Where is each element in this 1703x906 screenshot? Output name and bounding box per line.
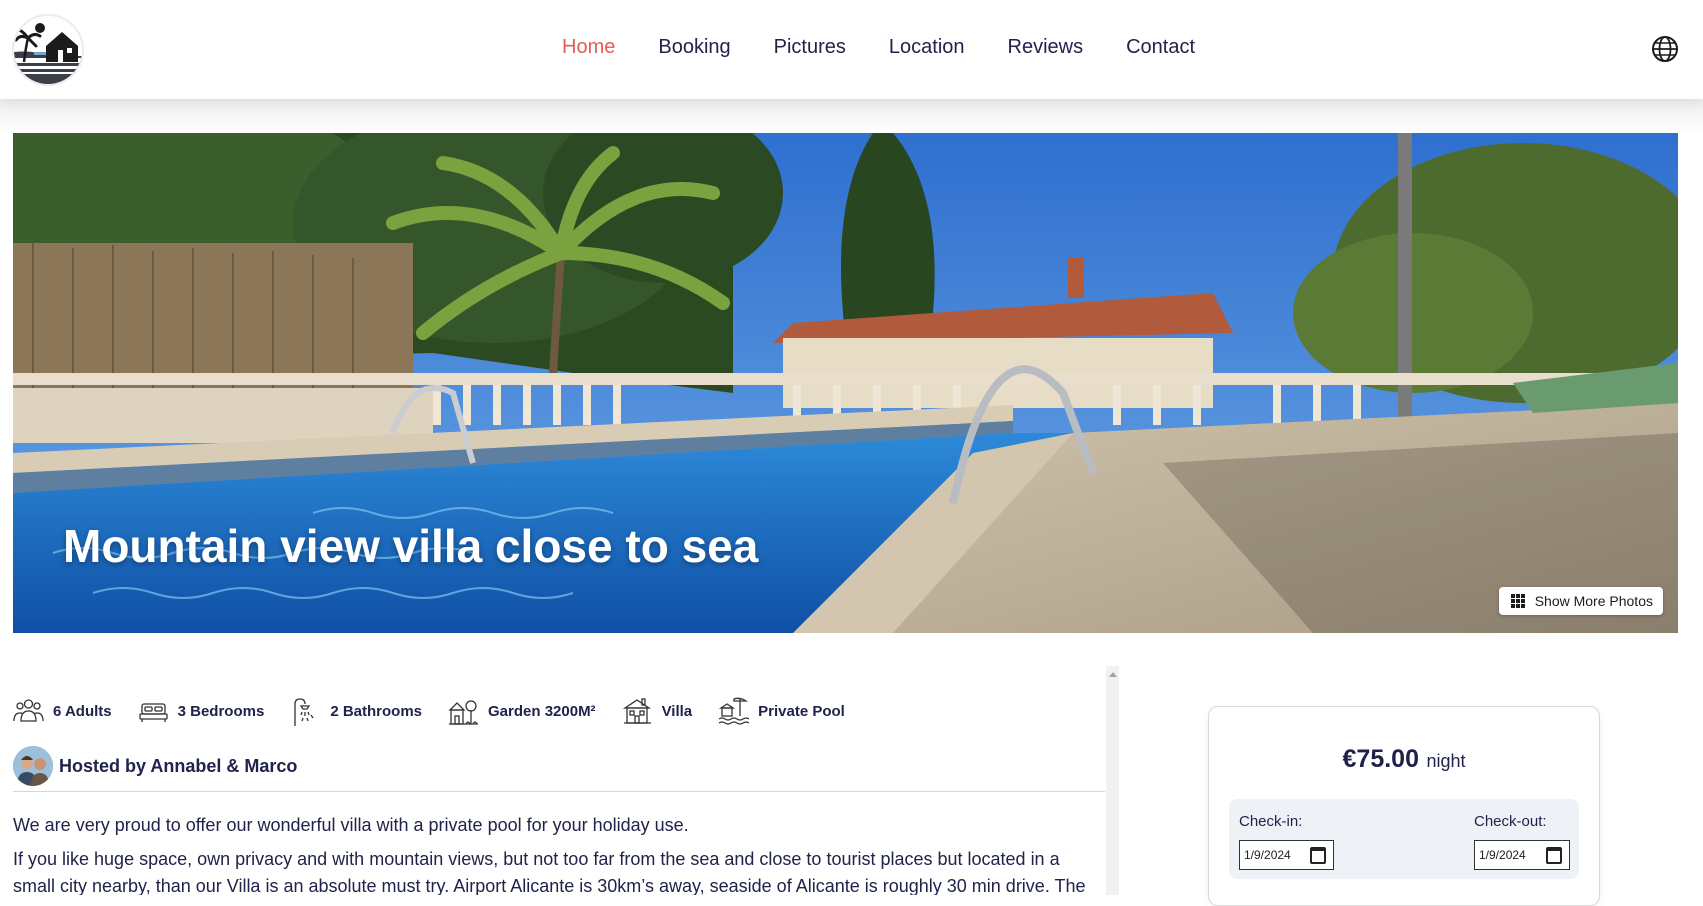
amenity-label: 2 Bathrooms xyxy=(330,703,423,720)
site-header: Home Booking Pictures Location Reviews C… xyxy=(0,0,1703,99)
amenity-label: Villa xyxy=(661,703,693,720)
checkin-date-value: 1/9/2024 xyxy=(1244,848,1291,862)
checkin-date-input[interactable]: 1/9/2024 xyxy=(1239,840,1334,870)
description-paragraph-2: If you like huge space, own privacy and … xyxy=(13,849,1086,895)
price-amount: €75.00 xyxy=(1342,745,1419,773)
avatar[interactable] xyxy=(13,746,53,786)
divider xyxy=(13,791,1105,792)
nav-location[interactable]: Location xyxy=(889,36,965,59)
nav-reviews[interactable]: Reviews xyxy=(1008,36,1084,59)
checkout-label: Check-out: xyxy=(1474,813,1547,830)
date-selector: Check-in: 1/9/2024 Check-out: 1/9/2024 xyxy=(1229,799,1579,879)
amenity-bedrooms: 3 Bedrooms xyxy=(138,696,265,727)
amenity-label: Garden 3200M² xyxy=(488,703,596,720)
pool-icon xyxy=(718,697,750,725)
globe-icon[interactable] xyxy=(1651,35,1679,63)
checkin-label: Check-in: xyxy=(1239,813,1303,830)
villa-palm-logo-icon xyxy=(14,16,82,84)
checkout-date-input[interactable]: 1/9/2024 xyxy=(1474,840,1570,870)
amenities-list: 6 Adults 3 Bedrooms 2 Bathrooms Garden 3… xyxy=(13,696,845,727)
checkout-date-value: 1/9/2024 xyxy=(1479,848,1526,862)
adults-icon xyxy=(13,699,44,722)
nav-home[interactable]: Home xyxy=(562,36,615,59)
property-details: 6 Adults 3 Bedrooms 2 Bathrooms Garden 3… xyxy=(13,666,1105,895)
amenity-label: Private Pool xyxy=(758,703,845,720)
logo[interactable] xyxy=(12,14,84,86)
amenity-pool: Private Pool xyxy=(718,696,845,727)
description-paragraph-1: We are very proud to offer our wonderful… xyxy=(13,815,689,835)
amenity-label: 6 Adults xyxy=(53,703,112,720)
booking-card: €75.00 night Check-in: 1/9/2024 Check-ou… xyxy=(1208,706,1600,906)
amenity-villa: Villa xyxy=(622,696,693,727)
calendar-icon[interactable] xyxy=(1310,847,1326,864)
host-name: Hosted by Annabel & Marco xyxy=(59,755,298,776)
hero-banner: Mountain view villa close to sea Show Mo… xyxy=(13,133,1678,633)
nav-contact[interactable]: Contact xyxy=(1126,36,1195,59)
amenity-bathrooms: 2 Bathrooms xyxy=(290,696,422,727)
bed-icon xyxy=(138,703,168,722)
shower-icon xyxy=(294,698,314,726)
scrollbar[interactable] xyxy=(1106,666,1119,895)
garden-icon xyxy=(448,700,479,725)
header-shadow-band xyxy=(0,99,1703,133)
nav-booking[interactable]: Booking xyxy=(658,36,730,59)
scroll-up-arrow-icon[interactable] xyxy=(1109,672,1117,677)
price-unit: night xyxy=(1426,751,1466,771)
host-info: Hosted by Annabel & Marco xyxy=(13,746,297,786)
show-more-photos-label: Show More Photos xyxy=(1534,593,1653,609)
amenity-label: 3 Bedrooms xyxy=(177,703,265,720)
main-nav: Home Booking Pictures Location Reviews C… xyxy=(562,36,1195,59)
calendar-icon[interactable] xyxy=(1546,847,1562,864)
amenity-adults: 6 Adults xyxy=(13,696,112,727)
nav-pictures[interactable]: Pictures xyxy=(774,36,846,59)
hero-title: Mountain view villa close to sea xyxy=(63,520,759,572)
grid-icon xyxy=(1510,594,1525,608)
villa-icon xyxy=(622,698,651,724)
show-more-photos-button[interactable]: Show More Photos xyxy=(1498,587,1663,615)
amenity-garden: Garden 3200M² xyxy=(448,696,596,727)
price: €75.00 night xyxy=(1209,745,1599,774)
